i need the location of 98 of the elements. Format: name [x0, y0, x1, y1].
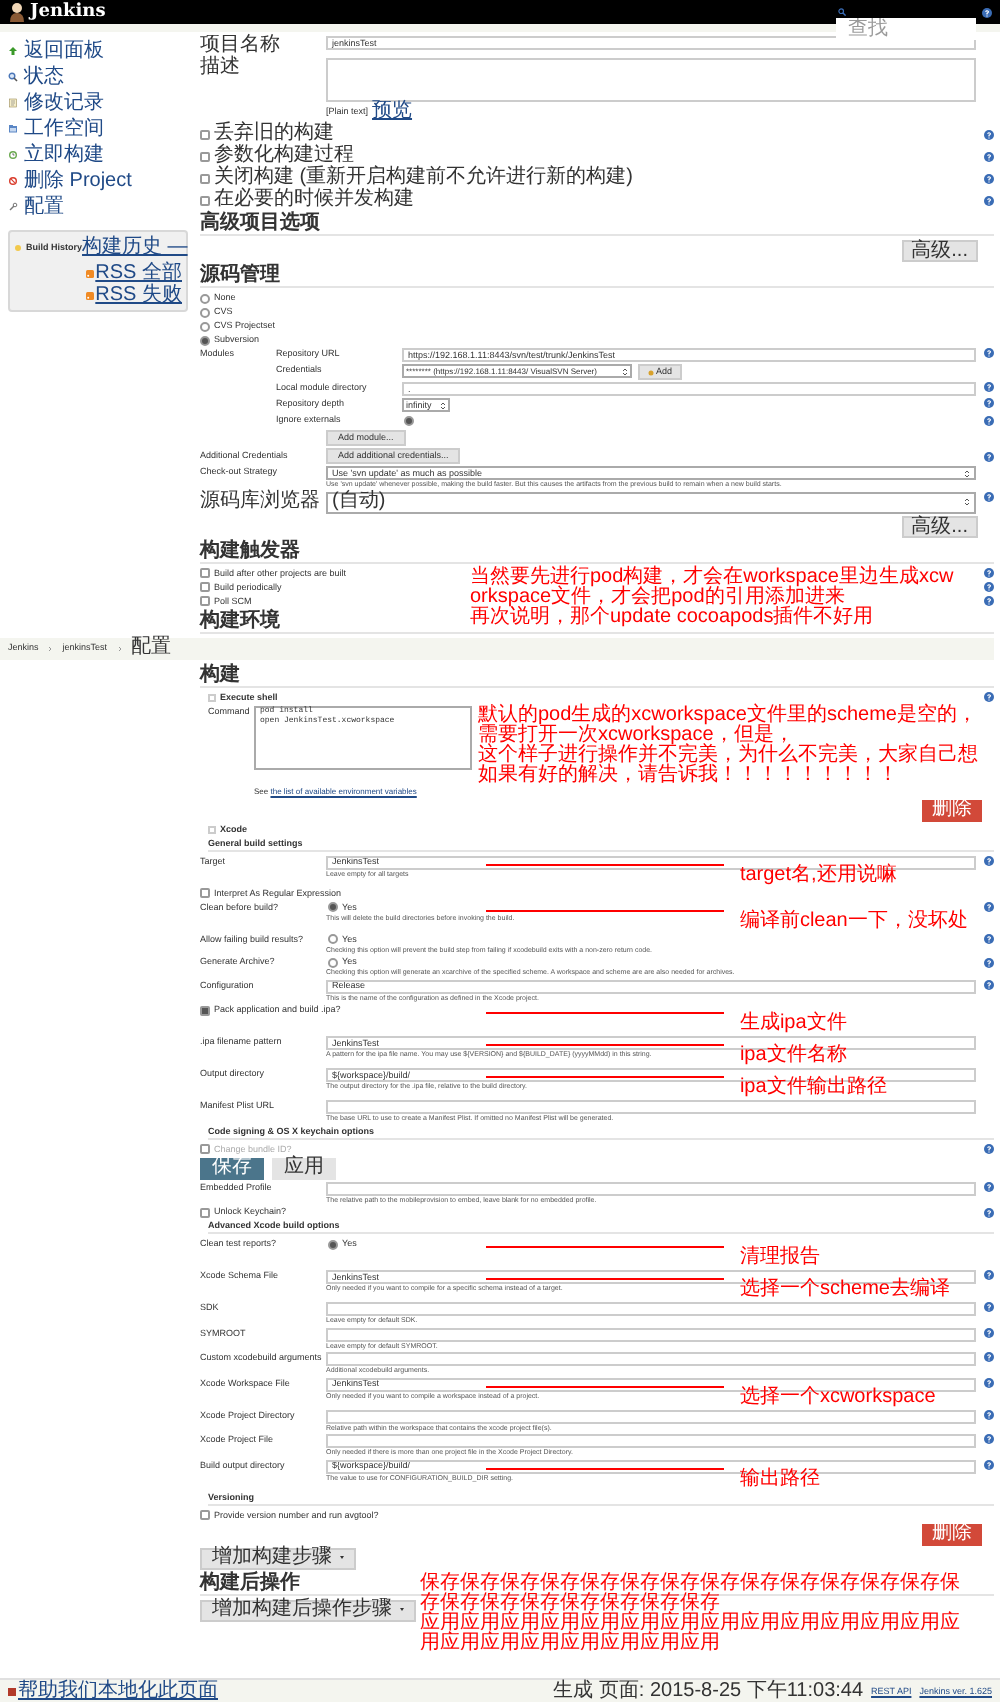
checkbox[interactable]	[200, 596, 210, 606]
trend-link[interactable]: 构建历史 —	[82, 236, 188, 258]
section-title: 高级项目选项	[200, 214, 320, 234]
timestamp: 生成 页面: 2015-8-25 下午11:03:44	[553, 1681, 864, 1701]
radio-button[interactable]	[328, 902, 338, 912]
field-label: 项目名称	[200, 36, 282, 56]
option-label: 丢弃旧的构建	[214, 124, 334, 144]
up-arrow-icon	[8, 46, 18, 56]
flag-icon	[8, 1687, 16, 1695]
search-icon	[838, 7, 846, 15]
sidebar-link[interactable]: 状态	[8, 66, 188, 88]
annotation: 清理报告	[739, 1248, 820, 1268]
sidebar-link[interactable]: 返回面板	[8, 40, 188, 62]
checkbox[interactable]	[200, 1005, 210, 1015]
annotation: 生成ipa文件	[739, 1014, 847, 1034]
notepad-icon	[8, 98, 18, 108]
annotation: target名,还用说嘛	[739, 865, 897, 885]
annotation: 选择一个scheme去编译	[739, 1280, 950, 1300]
checkbox[interactable]	[200, 1207, 210, 1217]
key-icon	[648, 369, 654, 375]
input-field[interactable]	[326, 1434, 976, 1448]
checkbox[interactable]	[200, 151, 210, 161]
sidebar-link[interactable]: 删除 Project	[8, 170, 188, 192]
logo[interactable]: Jenkins	[30, 1, 106, 23]
section-title: 构建环境	[200, 611, 280, 631]
help-icon[interactable]	[982, 7, 992, 17]
checkbox[interactable]	[200, 1510, 210, 1520]
checkbox[interactable]	[200, 173, 210, 183]
advanced-button[interactable]: 高级...	[901, 240, 978, 262]
breadcrumb-link[interactable]: 配置	[131, 638, 172, 658]
field-label: 描述	[200, 58, 242, 78]
input-field[interactable]	[326, 1352, 976, 1366]
checkbox[interactable]	[200, 568, 210, 578]
checkbox[interactable]	[200, 582, 210, 592]
option-label: 关闭构建 (重新开启构建前不允许进行新的构建)	[214, 168, 633, 188]
radio-button[interactable]	[328, 1239, 338, 1249]
annotation: 再次说明，那个update cocoapods插件不好用	[470, 607, 876, 627]
dropdown-button[interactable]: 增加构建后操作步骤	[200, 1599, 416, 1621]
annotation: 这个样子进行操作并不完美，为什么不完美，大家自己想	[478, 745, 978, 765]
section-title: 构建后操作	[200, 1573, 300, 1593]
section-title: 构建	[200, 665, 240, 685]
rss-icon	[85, 269, 94, 277]
folder-icon	[8, 124, 18, 134]
feed-link[interactable]: RSS 全部	[85, 262, 182, 284]
clock-icon	[8, 150, 18, 160]
dropdown[interactable]: (自动)	[326, 491, 976, 513]
stepper-icon	[964, 469, 970, 477]
checkbox[interactable]	[200, 129, 210, 139]
radio-button[interactable]	[328, 957, 338, 967]
caret-icon	[400, 1608, 404, 1612]
annotation: ipa文件输出路径	[739, 1078, 887, 1098]
section-title: 构建触发器	[200, 541, 300, 561]
input-field[interactable]	[326, 1100, 976, 1114]
annotation: 当然要先进行pod构建，才会在workspace里边生成xcworkspace文件，才会把pod的引用添加进来	[470, 567, 956, 607]
rss-icon	[85, 291, 94, 299]
stepper-icon	[440, 401, 446, 409]
input-field[interactable]	[326, 1327, 976, 1341]
annotation: 输出路径	[739, 1469, 820, 1489]
radio-button[interactable]	[200, 335, 210, 345]
sidebar-link[interactable]: 修改记录	[8, 92, 188, 114]
search-icon	[8, 72, 18, 82]
field-label: 源码库浏览器	[200, 491, 322, 511]
option-label: 参数化构建过程	[214, 146, 354, 166]
annotation: ipa文件名称	[739, 1046, 847, 1066]
butler-icon	[8, 2, 26, 22]
advanced-button[interactable]: 高级...	[901, 515, 978, 537]
apply-button[interactable]: 应用	[272, 1157, 336, 1179]
radio-button[interactable]	[404, 415, 414, 425]
dropdown-button[interactable]: 增加构建步骤	[200, 1547, 356, 1569]
caret-icon	[340, 1556, 344, 1560]
search-field[interactable]: 查找	[836, 17, 976, 39]
sidebar-link[interactable]: 立即构建	[8, 144, 188, 166]
annotation: 应用应用应用应用应用应用应用应用应用应用应用应用应用应用应用应用应用应用应用应用应用	[420, 1613, 960, 1653]
checkbox[interactable]	[200, 888, 210, 898]
annotation: 选择一个xcworkspace	[739, 1387, 936, 1407]
input-field[interactable]	[326, 1181, 976, 1195]
annotation: 默认的pod生成的xcworkspace文件里的scheme是空的，需要打开一次xcworkspace，但是，	[478, 705, 978, 745]
sidebar-link[interactable]: 工作空间	[8, 118, 188, 140]
checkbox[interactable]	[200, 195, 210, 205]
radio-button[interactable]	[200, 293, 210, 303]
radio-button[interactable]	[200, 321, 210, 331]
no-entry-icon	[8, 176, 18, 186]
annotation: 编译前clean一下，没坏处	[739, 911, 968, 931]
localize-link[interactable]: 帮助我们本地化此页面	[8, 1680, 218, 1702]
preview-link[interactable]: 预览	[372, 102, 413, 122]
input-field[interactable]	[326, 1409, 976, 1423]
sidebar-link[interactable]: 配置	[8, 196, 188, 218]
radio-button[interactable]	[200, 307, 210, 317]
stepper-icon	[622, 367, 628, 375]
option-label: 在必要的时候并发构建	[214, 190, 414, 210]
section-title: 源码管理	[200, 266, 280, 286]
input-field[interactable]	[326, 1302, 976, 1316]
feed-link[interactable]: RSS 失败	[85, 284, 182, 306]
annotation: 保存保存保存保存保存保存保存保存保存保存保存保存保存保存保存保存保存保存保存保存保存	[420, 1573, 960, 1613]
sun-icon	[14, 243, 22, 251]
annotation: 如果有好的解决，请告诉我！！！！！！！！！	[478, 765, 900, 785]
radio-button[interactable]	[328, 934, 338, 944]
stepper-icon	[964, 498, 970, 506]
